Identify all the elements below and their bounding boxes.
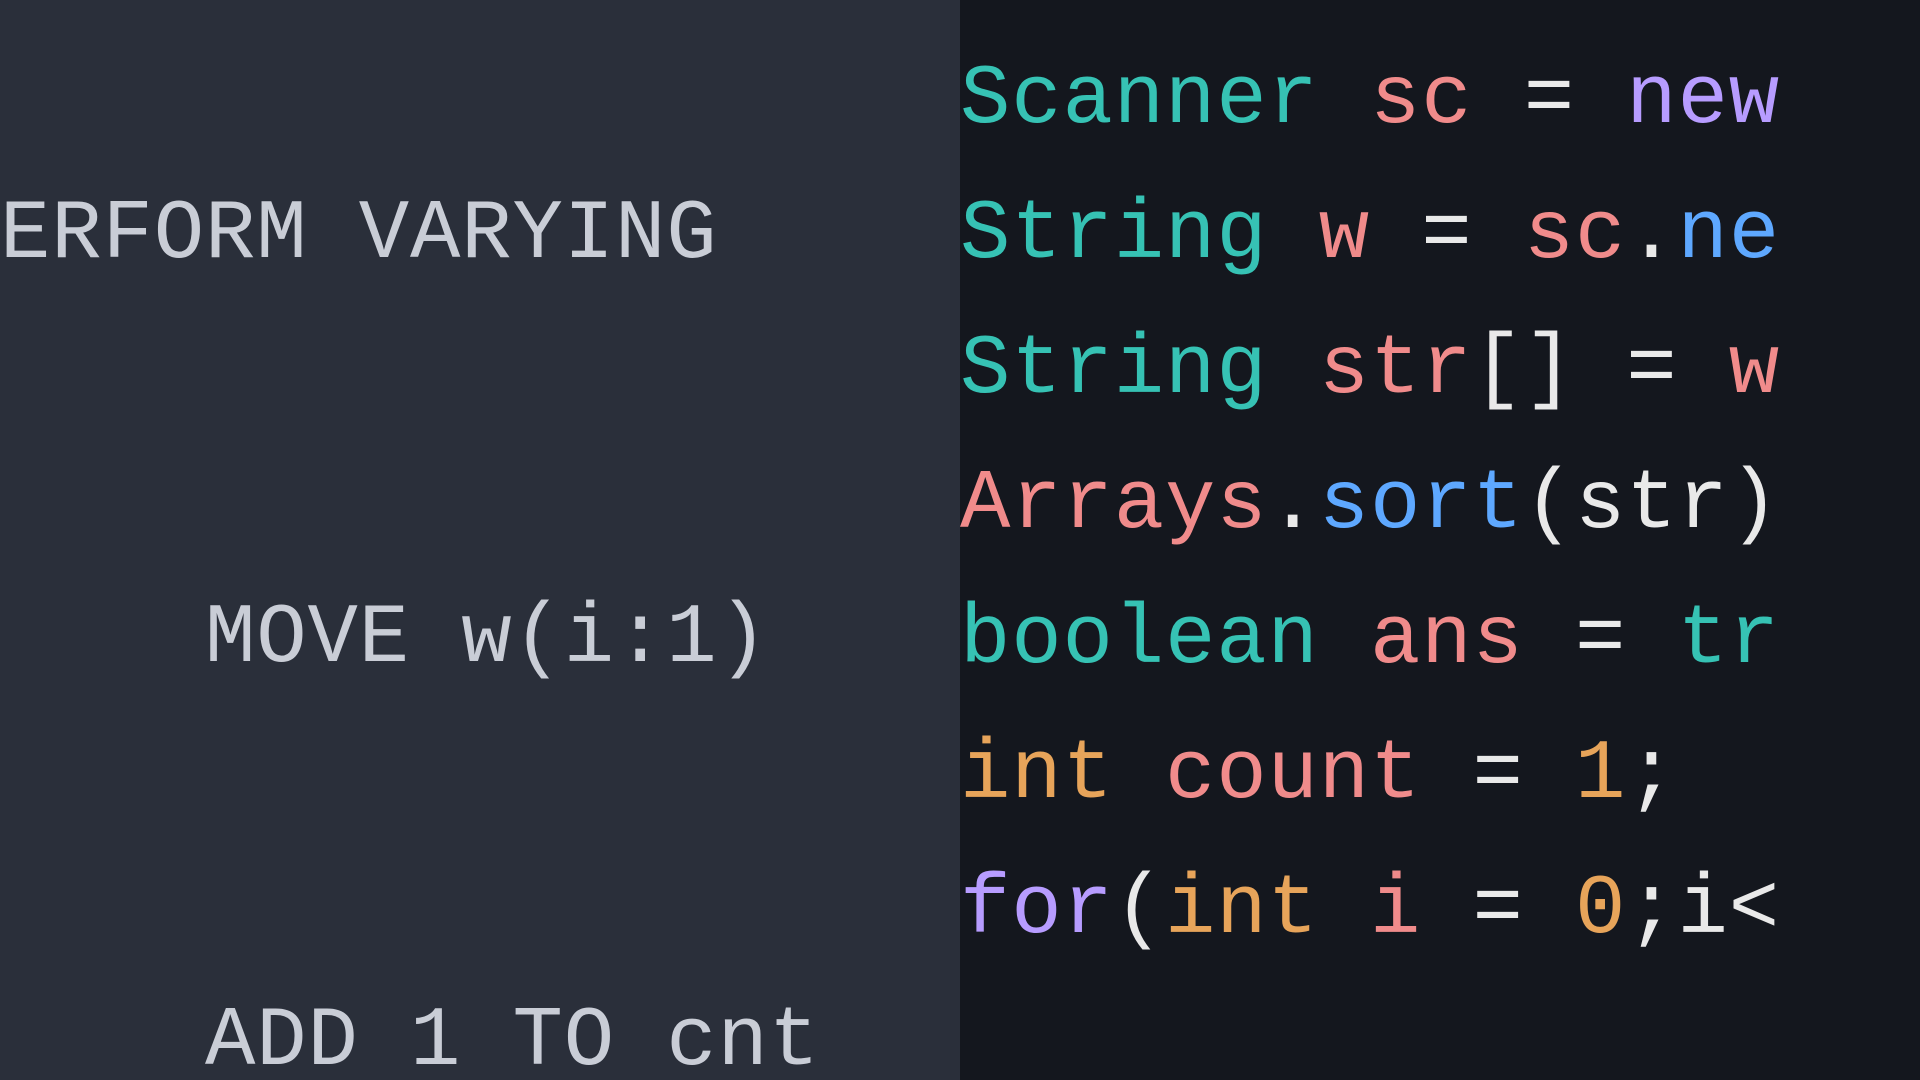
code-token: sc (1370, 53, 1473, 148)
right-code-pane: Scanner sc = newString w = sc.neString s… (960, 0, 1920, 1080)
code-text: ADD 1 TO cnt (0, 995, 820, 1080)
code-text: ERFORM VARYING (0, 188, 717, 283)
code-token: new (1626, 53, 1780, 148)
code-token: = (1421, 728, 1575, 823)
code-token: = (1421, 863, 1575, 958)
code-token: ; (1626, 728, 1677, 823)
code-token: sort (1319, 458, 1524, 553)
code-token: count (1165, 728, 1421, 823)
code-line: MOVE w(i:1) (0, 573, 960, 708)
code-token: tr (1678, 593, 1781, 688)
code-token: String (960, 323, 1319, 418)
code-line: String w = sc.ne (960, 169, 1920, 304)
code-token: w (1729, 323, 1780, 418)
code-token: Arrays (960, 458, 1268, 553)
code-token: [] = (1473, 323, 1729, 418)
code-token: sc (1524, 188, 1627, 283)
code-line: String str[] = w (960, 304, 1920, 439)
code-token: String (960, 188, 1319, 283)
code-line: boolean ans = tr (960, 574, 1920, 709)
code-token: . (1626, 188, 1677, 283)
code-token: = (1370, 188, 1524, 283)
code-line: ADD 1 TO cnt (0, 976, 960, 1080)
code-line: ERFORM VARYING (0, 169, 960, 304)
code-token: i (1370, 863, 1421, 958)
code-line: int count = 1; (960, 709, 1920, 844)
code-token: 0 (1575, 863, 1626, 958)
code-token: Scanner (960, 53, 1370, 148)
code-token: boolean (960, 593, 1370, 688)
code-token: = (1524, 593, 1678, 688)
code-token: for (960, 863, 1114, 958)
code-text: MOVE w(i:1) (0, 592, 769, 687)
code-token: int (1165, 863, 1370, 958)
code-token: ;i< (1626, 863, 1780, 958)
code-token: ( (1114, 863, 1165, 958)
code-token: 1 (1575, 728, 1626, 823)
left-code-pane: ERFORM VARYING MOVE w(i:1) ADD 1 TO cnt … (0, 0, 960, 1080)
code-token: w (1319, 188, 1370, 283)
code-token: ne (1678, 188, 1781, 283)
code-token: int (960, 728, 1165, 823)
code-token: = (1473, 53, 1627, 148)
code-line: Arrays.sort(str) (960, 439, 1920, 574)
code-line: for(int i = 0;i< (960, 844, 1920, 979)
code-token: (str) (1524, 458, 1780, 553)
code-token: ans (1370, 593, 1524, 688)
code-token: . (1268, 458, 1319, 553)
code-line: Scanner sc = new (960, 34, 1920, 169)
code-token: str (1319, 323, 1473, 418)
